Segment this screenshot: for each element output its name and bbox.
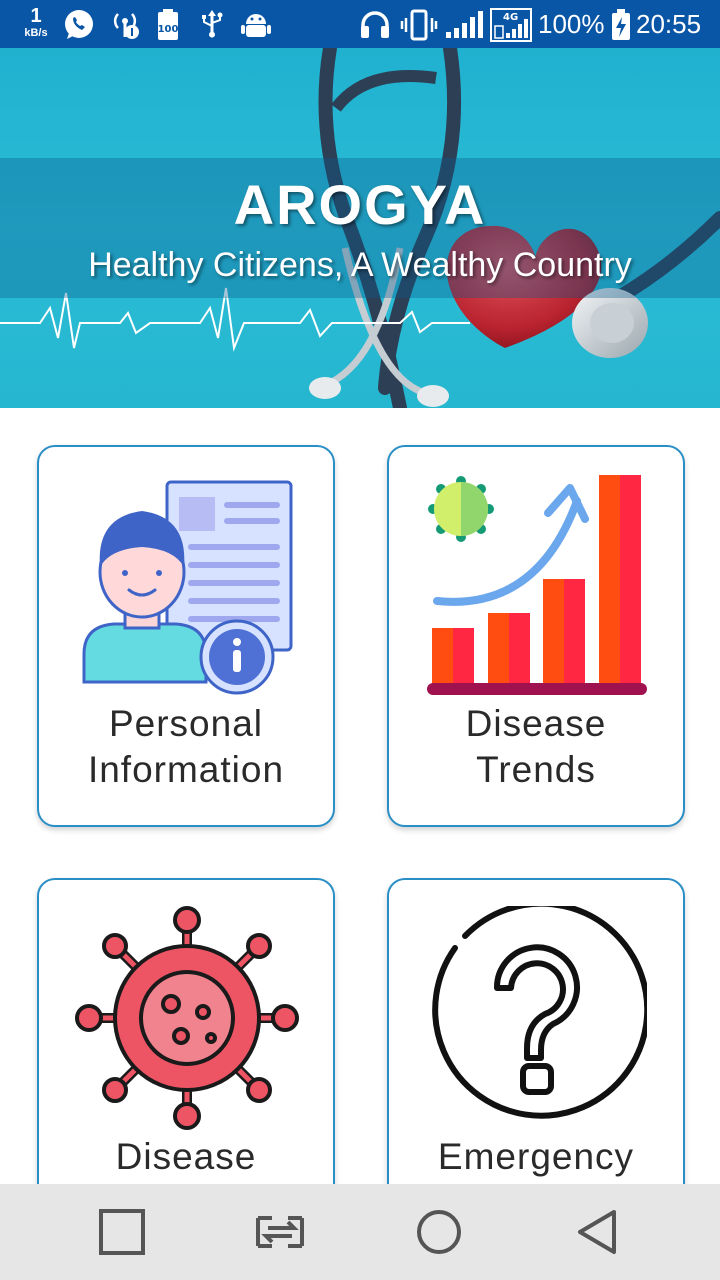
signal-4g-icon: 4G — [490, 8, 532, 42]
vibrate-icon — [400, 9, 438, 41]
question-mark-icon — [432, 906, 647, 1119]
back-icon[interactable] — [570, 1204, 626, 1260]
headphones-icon — [361, 11, 389, 38]
card-label-line2: Information — [87, 749, 285, 790]
android-debug-icon — [241, 14, 271, 37]
card-label-line2: Trends — [476, 749, 596, 790]
card-label-line1: Emergency — [437, 1136, 635, 1177]
net-speed-unit: kB/s — [24, 27, 48, 39]
card-label-line1: Disease — [465, 703, 607, 744]
status-bar: 1 kB/s 100 4G 100% 20:55 — [0, 0, 720, 48]
signal-icon — [446, 11, 483, 38]
disease-trends-card[interactable]: Disease Trends — [387, 445, 685, 827]
switch-app-icon[interactable] — [252, 1204, 308, 1260]
net-speed-value: 1 — [30, 5, 42, 27]
hotspot-icon — [113, 13, 139, 39]
trend-chart-icon — [427, 475, 647, 695]
clock: 20:55 — [636, 9, 702, 39]
usb-icon — [202, 10, 223, 38]
card-label-line1: Disease — [115, 1136, 257, 1177]
header-banner: AROGYA Healthy Citizens, A Wealthy Count… — [0, 48, 720, 408]
emergency-card[interactable]: Emergency — [387, 878, 685, 1212]
disease-card[interactable]: Disease — [37, 878, 335, 1212]
battery-percent: 100% — [538, 9, 605, 39]
svg-text:4G: 4G — [503, 12, 518, 23]
virus-icon — [75, 906, 299, 1130]
app-tagline: Healthy Citizens, A Wealthy Country — [88, 246, 632, 284]
svg-text:100: 100 — [158, 24, 179, 35]
net-speed: 1 kB/s — [18, 6, 54, 39]
personal-info-icon — [82, 480, 293, 695]
system-nav-bar — [0, 1184, 720, 1280]
home-icon[interactable] — [411, 1204, 467, 1260]
battery-saver-icon: 100 — [158, 9, 179, 40]
personal-information-card[interactable]: Personal Information — [37, 445, 335, 827]
battery-icon — [612, 9, 630, 40]
recent-apps-icon[interactable] — [94, 1204, 150, 1260]
app-title: AROGYA — [233, 173, 487, 236]
card-label-line1: Personal — [108, 703, 264, 744]
whatsapp-icon — [65, 10, 93, 39]
